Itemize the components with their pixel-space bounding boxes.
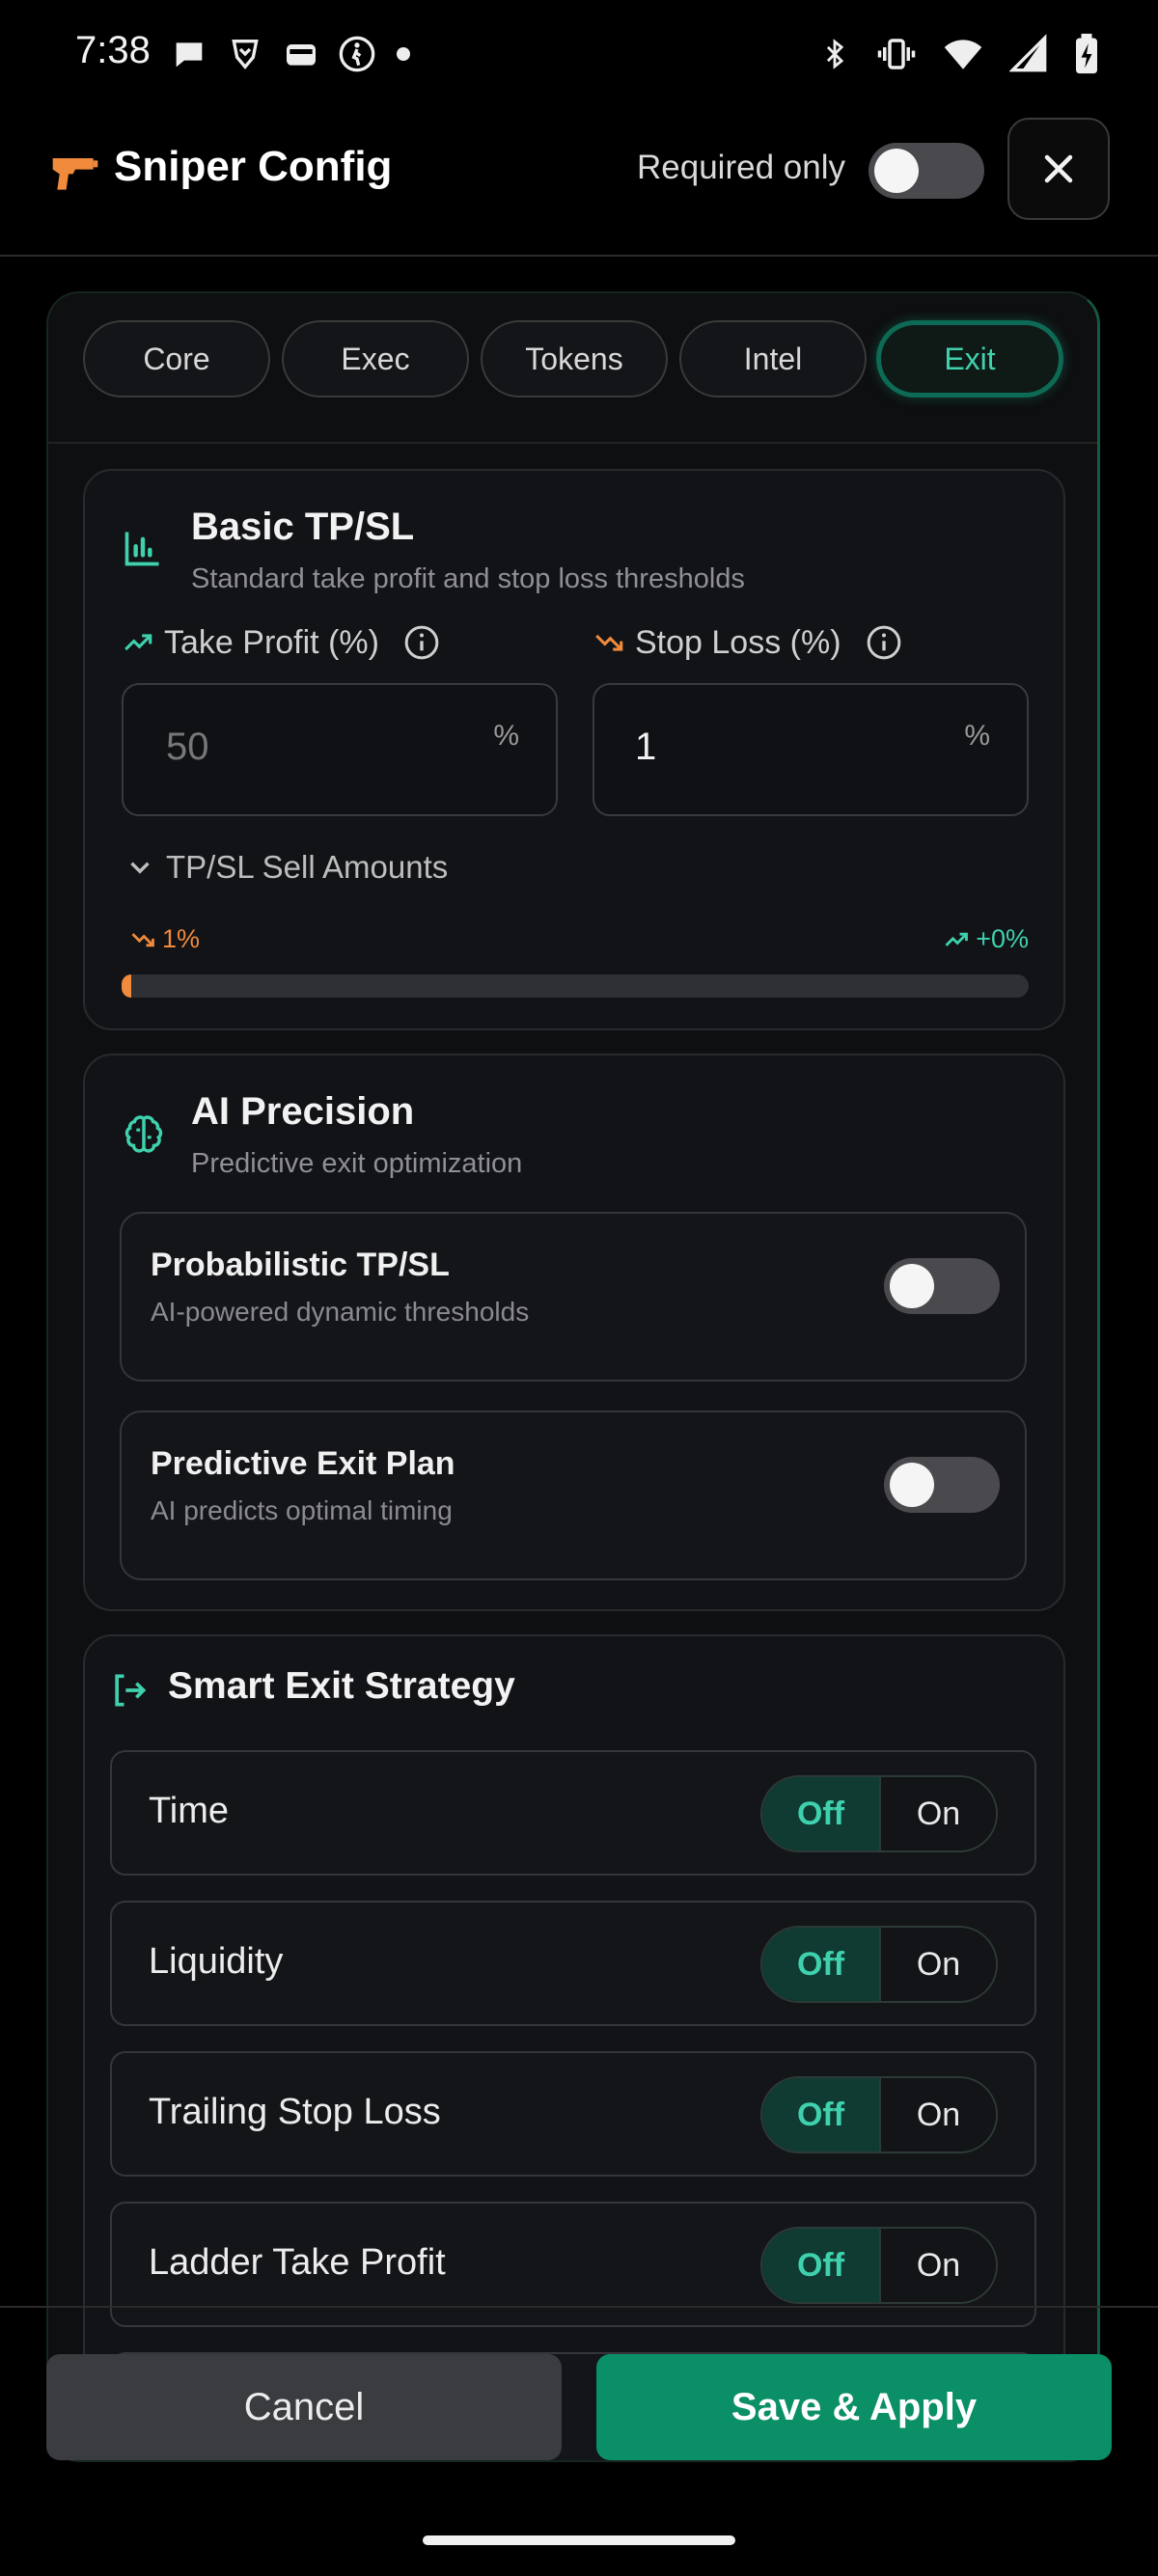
required-only-toggle[interactable] bbox=[868, 143, 984, 199]
cancel-button[interactable]: Cancel bbox=[46, 2354, 562, 2460]
brain-icon bbox=[124, 1115, 163, 1153]
stop-loss-input[interactable]: 1 % bbox=[593, 683, 1029, 816]
on-option[interactable]: On bbox=[879, 2078, 996, 2151]
tab-tokens[interactable]: Tokens bbox=[481, 320, 668, 397]
off-option[interactable]: Off bbox=[762, 2078, 879, 2151]
option-title: Predictive Exit Plan bbox=[151, 1445, 455, 1482]
wallet-icon bbox=[287, 44, 316, 66]
basic-tpsl-title: Basic TP/SL bbox=[191, 506, 415, 548]
basic-tpsl-card: Basic TP/SL Standard take profit and sto… bbox=[83, 469, 1065, 1030]
exit-row-liquidity: Liquidity Off On bbox=[110, 1901, 1036, 2026]
sell-amount-slider[interactable] bbox=[122, 974, 1029, 998]
signal-icon bbox=[1009, 34, 1047, 72]
range-right-value: +0% bbox=[976, 924, 1029, 953]
percent-unit: % bbox=[964, 720, 990, 752]
toggle-knob bbox=[874, 149, 919, 193]
status-bar: 7:38 bbox=[0, 0, 1158, 106]
row-label: Liquidity bbox=[149, 1941, 284, 1982]
range-left-group: 1% bbox=[129, 924, 200, 954]
on-option[interactable]: On bbox=[879, 2229, 996, 2302]
battery-icon bbox=[1076, 33, 1097, 74]
status-time: 7:38 bbox=[75, 29, 151, 71]
take-profit-input[interactable]: 50 % bbox=[122, 683, 558, 816]
dot-icon bbox=[397, 47, 410, 61]
exit-row-trailing-stop: Trailing Stop Loss Off On bbox=[110, 2051, 1036, 2177]
option-desc: AI-powered dynamic thresholds bbox=[151, 1297, 530, 1327]
on-option[interactable]: On bbox=[879, 1777, 996, 1850]
ladder-tp-off-on-switch: Off On bbox=[760, 2227, 998, 2304]
exit-icon bbox=[115, 1674, 147, 1707]
percent-unit: % bbox=[493, 720, 519, 752]
tab-exit[interactable]: Exit bbox=[876, 320, 1063, 397]
tab-intel[interactable]: Intel bbox=[679, 320, 867, 397]
config-panel: Core Exec Tokens Intel Exit Basic TP/SL … bbox=[46, 291, 1100, 2462]
probabilistic-tpsl-toggle[interactable] bbox=[884, 1258, 1000, 1314]
app-header: Sniper Config Required only bbox=[0, 106, 1158, 257]
liquidity-off-on-switch: Off On bbox=[760, 1926, 998, 2003]
ai-precision-title: AI Precision bbox=[191, 1090, 415, 1133]
exit-row-ladder-tp: Ladder Take Profit Off On bbox=[110, 2202, 1036, 2327]
take-profit-label-group: Take Profit (%) bbox=[122, 623, 441, 662]
basic-tpsl-subtitle: Standard take profit and stop loss thres… bbox=[191, 563, 745, 594]
wifi-icon bbox=[944, 40, 982, 69]
predictive-exit-toggle[interactable] bbox=[884, 1457, 1000, 1513]
trending-up-icon bbox=[124, 634, 152, 651]
row-label: Trailing Stop Loss bbox=[149, 2092, 441, 2132]
info-icon[interactable] bbox=[865, 623, 903, 662]
ai-precision-card: AI Precision Predictive exit optimizatio… bbox=[83, 1054, 1065, 1611]
tab-exec[interactable]: Exec bbox=[282, 320, 469, 397]
vibrate-icon bbox=[877, 39, 916, 69]
trending-down-icon bbox=[595, 634, 623, 651]
time-off-on-switch: Off On bbox=[760, 1775, 998, 1852]
toggle-knob bbox=[890, 1463, 934, 1507]
smart-exit-title: Smart Exit Strategy bbox=[168, 1665, 515, 1707]
smart-exit-card: Smart Exit Strategy Time Off On Liquidit… bbox=[83, 1634, 1065, 2460]
take-profit-placeholder: 50 bbox=[166, 726, 209, 768]
stop-loss-label-group: Stop Loss (%) bbox=[593, 623, 903, 662]
stop-loss-value: 1 bbox=[635, 726, 657, 768]
range-left-value: 1% bbox=[162, 924, 201, 953]
trending-down-icon bbox=[131, 932, 154, 946]
off-option[interactable]: Off bbox=[762, 2229, 879, 2302]
on-option[interactable]: On bbox=[879, 1928, 996, 2001]
save-apply-button[interactable]: Save & Apply bbox=[596, 2354, 1112, 2460]
sell-amounts-label: TP/SL Sell Amounts bbox=[166, 849, 449, 885]
system-icons bbox=[818, 33, 1100, 75]
probabilistic-tpsl-option: Probabilistic TP/SL AI-powered dynamic t… bbox=[120, 1212, 1027, 1382]
brave-icon bbox=[232, 40, 259, 69]
predictive-exit-option: Predictive Exit Plan AI predicts optimal… bbox=[120, 1411, 1027, 1580]
walking-icon bbox=[339, 36, 375, 72]
tab-bar: Core Exec Tokens Intel Exit bbox=[48, 293, 1097, 444]
take-profit-label: Take Profit (%) bbox=[164, 623, 379, 661]
row-label: Time bbox=[149, 1791, 230, 1831]
required-only-label: Required only bbox=[637, 149, 845, 186]
slider-fill bbox=[122, 974, 131, 998]
trending-up-icon bbox=[945, 932, 969, 946]
close-icon bbox=[1044, 154, 1073, 183]
option-title: Probabilistic TP/SL bbox=[151, 1247, 450, 1283]
sell-amounts-toggle[interactable]: TP/SL Sell Amounts bbox=[124, 849, 448, 886]
ai-precision-subtitle: Predictive exit optimization bbox=[191, 1148, 523, 1179]
chat-bubble-icon bbox=[176, 42, 203, 68]
off-option[interactable]: Off bbox=[762, 1777, 879, 1850]
bar-chart-icon bbox=[124, 532, 159, 566]
notification-icons bbox=[170, 35, 413, 73]
row-label: Ladder Take Profit bbox=[149, 2242, 446, 2283]
close-button[interactable] bbox=[1007, 118, 1110, 220]
home-indicator[interactable] bbox=[423, 2535, 735, 2545]
stop-loss-label: Stop Loss (%) bbox=[635, 623, 841, 661]
bluetooth-icon bbox=[826, 39, 844, 69]
off-option[interactable]: Off bbox=[762, 1928, 879, 2001]
app-title: Sniper Config bbox=[114, 143, 393, 190]
trailing-stop-off-on-switch: Off On bbox=[760, 2076, 998, 2153]
toggle-knob bbox=[890, 1264, 934, 1308]
chevron-down-icon bbox=[130, 862, 150, 874]
tab-core[interactable]: Core bbox=[83, 320, 270, 397]
pistol-icon bbox=[52, 158, 98, 190]
exit-row-time: Time Off On bbox=[110, 1750, 1036, 1876]
range-right-group: +0% bbox=[943, 924, 1029, 954]
info-icon[interactable] bbox=[402, 623, 441, 662]
option-desc: AI predicts optimal timing bbox=[151, 1495, 453, 1525]
footer-divider bbox=[0, 2306, 1158, 2308]
